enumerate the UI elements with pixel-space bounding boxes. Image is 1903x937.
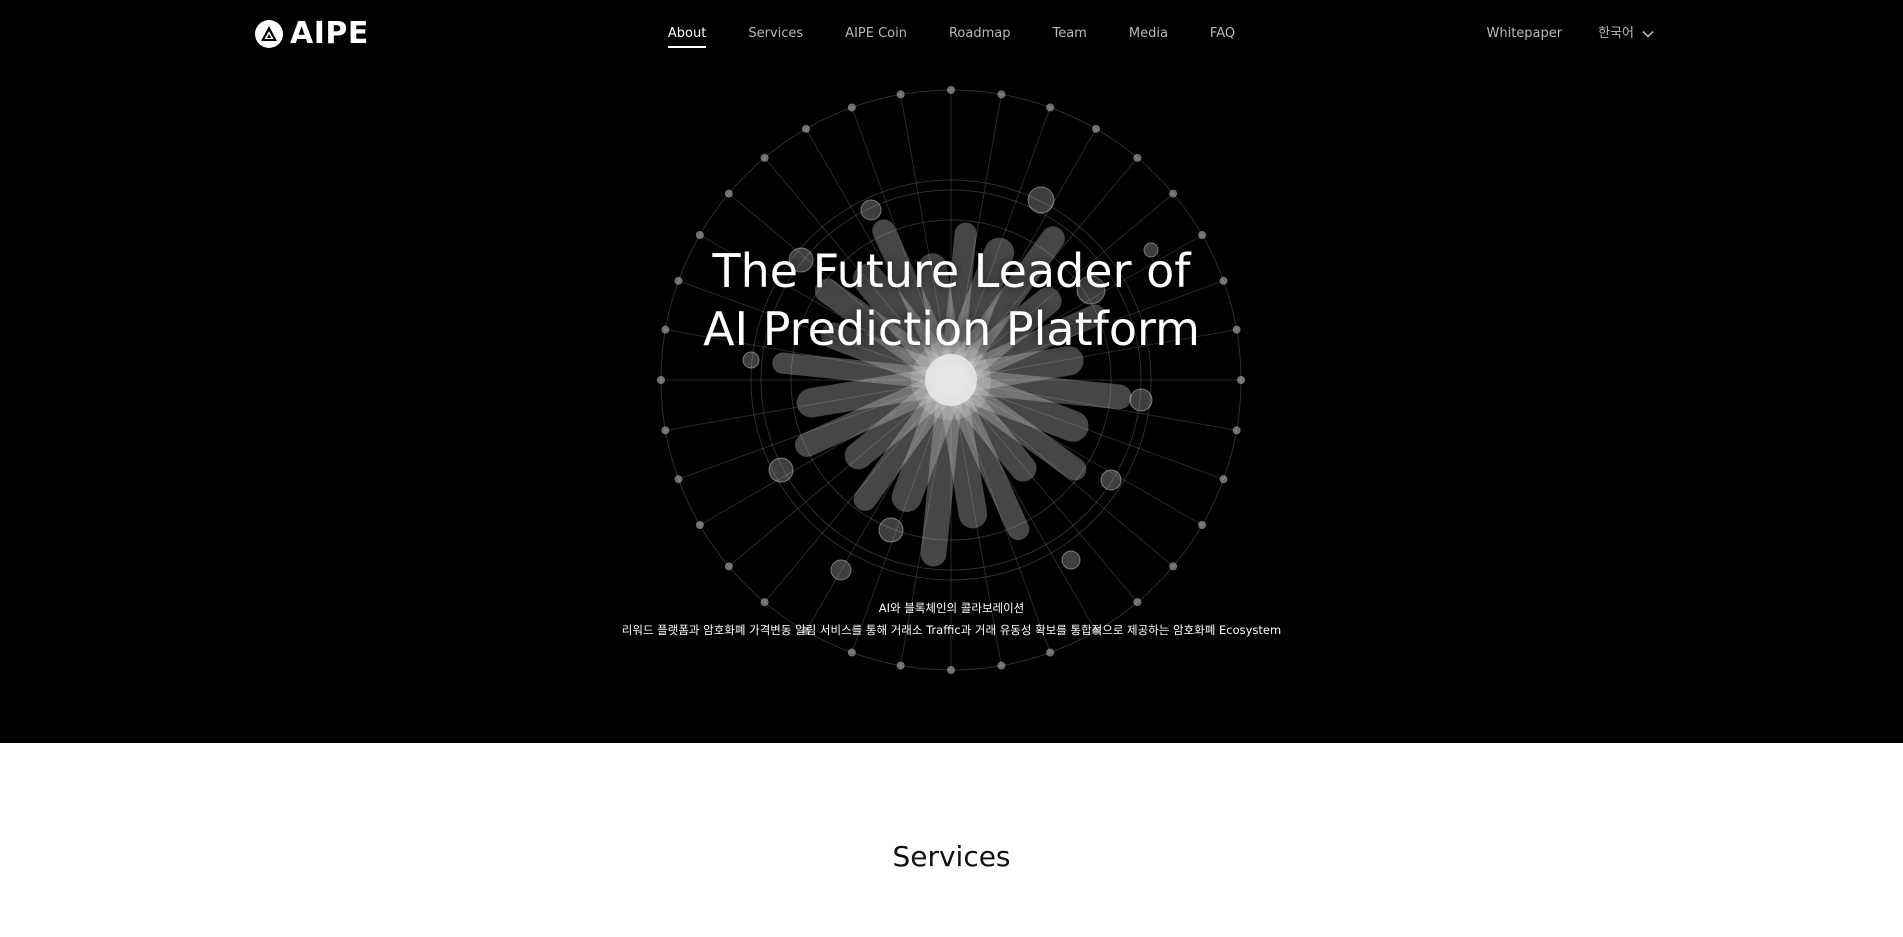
orb-outer-dot — [1237, 376, 1245, 384]
orb-bubble — [860, 199, 882, 221]
top-navbar: AIPE About Services AIPE Coin Roadmap Te… — [0, 0, 1903, 68]
hero-title: The Future Leader of AI Prediction Platf… — [0, 242, 1903, 358]
orb-outer-dot — [947, 86, 955, 94]
orb-outer-dot — [947, 666, 955, 674]
whitepaper-link[interactable]: Whitepaper — [1486, 24, 1562, 44]
hero-subtitle-line-2: 리워드 플랫폼과 암호화폐 가격변동 알림 서비스를 통해 거래소 Traffi… — [621, 623, 1282, 637]
orb-outer-dot — [1219, 475, 1228, 484]
logo-text: AIPE — [290, 16, 369, 51]
services-section: Services — [0, 743, 1903, 937]
services-title: Services — [892, 840, 1011, 873]
nav-item-team[interactable]: Team — [1052, 24, 1086, 48]
nav-right: Whitepaper 한국어 — [1486, 24, 1654, 44]
hero-subtitle-line-1: AI와 블록체인의 콜라보레이션 — [878, 601, 1025, 615]
orb-outer-dot — [1232, 426, 1241, 435]
orb-outer-dot — [1198, 521, 1207, 529]
orb-bubble — [1061, 550, 1081, 570]
orb-outer-dot — [695, 521, 704, 529]
hero-subtitle: AI와 블록체인의 콜라보레이션 리워드 플랫폼과 암호화폐 가격변동 알림 서… — [0, 597, 1903, 641]
orb-outer-dot — [695, 231, 704, 239]
nav-item-media[interactable]: Media — [1129, 24, 1168, 48]
hero-section: AIPE About Services AIPE Coin Roadmap Te… — [0, 0, 1903, 743]
orb-outer-dot — [802, 124, 810, 133]
nav-item-aipe-coin[interactable]: AIPE Coin — [845, 24, 907, 48]
orb-bubble — [830, 559, 852, 581]
orb-bubble — [768, 457, 794, 483]
orb-outer-dot — [724, 562, 733, 571]
nav-item-about[interactable]: About — [667, 24, 707, 48]
orb-outer-dot — [847, 648, 856, 657]
orb-outer-dot — [997, 661, 1006, 670]
orb-bubble — [1129, 388, 1153, 412]
orb-bubble — [1100, 469, 1122, 491]
orb-outer-dot — [1092, 124, 1100, 133]
orb-outer-dot — [1133, 153, 1142, 162]
orb-outer-dot — [896, 90, 905, 99]
language-dropdown[interactable]: 한국어 — [1598, 24, 1654, 44]
orb-outer-dot — [847, 103, 856, 112]
orb-outer-dot — [1046, 648, 1055, 657]
orb-outer-dot — [1169, 562, 1178, 571]
chevron-down-icon — [1642, 30, 1654, 38]
orb-outer-dot — [1169, 189, 1178, 198]
orb-bubble — [1027, 186, 1055, 214]
aipe-logo-icon — [255, 20, 283, 48]
hero-title-line-1: The Future Leader of — [712, 244, 1191, 298]
orb-outer-dot — [674, 475, 683, 484]
orb-outer-dot — [724, 189, 733, 198]
hero-orb-graphic — [657, 86, 1245, 674]
hero-title-line-2: AI Prediction Platform — [703, 302, 1200, 356]
orb-outer-dot — [760, 153, 769, 162]
orb-outer-dot — [661, 426, 670, 435]
logo[interactable]: AIPE — [254, 17, 369, 51]
nav-item-roadmap[interactable]: Roadmap — [949, 24, 1011, 48]
orb-outer-dot — [657, 376, 665, 384]
nav-item-services[interactable]: Services — [748, 24, 803, 48]
orb-outer-dot — [997, 90, 1006, 99]
orb-outer-dot — [896, 661, 905, 670]
nav-list: About Services AIPE Coin Roadmap Team Me… — [667, 24, 1235, 48]
nav-item-faq[interactable]: FAQ — [1210, 24, 1235, 48]
orb-bubble — [878, 517, 904, 543]
orb-outer-dot — [1198, 231, 1207, 239]
language-label: 한국어 — [1598, 26, 1634, 41]
orb-outer-dot — [1046, 103, 1055, 112]
